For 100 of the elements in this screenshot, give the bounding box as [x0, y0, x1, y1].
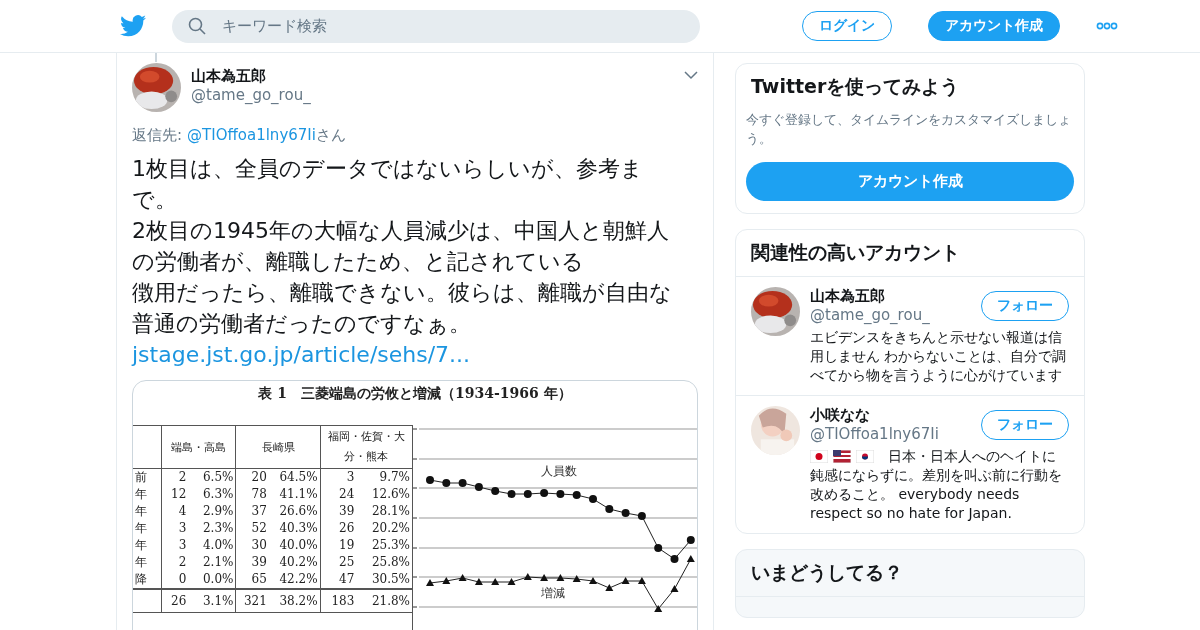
more-icon[interactable]	[1096, 22, 1118, 30]
table-cell: 40.0%	[268, 537, 321, 554]
circle-marker	[654, 544, 663, 552]
triangle-marker	[670, 585, 679, 592]
circle-marker	[686, 536, 695, 544]
search-input[interactable]: キーワード検索	[220, 16, 684, 36]
circle-marker	[556, 490, 565, 498]
triangle-marker	[491, 578, 500, 585]
author-name: 山本為五郎	[191, 67, 267, 86]
table-cell: 3	[161, 537, 189, 554]
table-cell: 40.2%	[268, 554, 321, 571]
circle-marker	[442, 479, 451, 487]
row-label: 前	[133, 468, 162, 486]
account-name[interactable]: 小咲なな	[810, 406, 981, 425]
signup-button[interactable]: アカウント作成	[928, 11, 1060, 41]
circle-marker	[572, 491, 581, 499]
card-title: いまどうしてる？	[750, 560, 904, 585]
signup-text: 今すぐ登録して、タイムラインをカスタマイズしましょう。	[745, 111, 1072, 148]
table-cell: 0	[161, 571, 189, 589]
triangle-marker	[507, 578, 516, 585]
table-cell: 2.1%	[188, 554, 236, 571]
account-bio: 日本・日本人へのヘイトに	[888, 447, 1056, 466]
table-cell-text: 28.1%	[370, 503, 411, 520]
table-cell: 6.5%	[188, 468, 236, 486]
search-icon	[188, 17, 206, 35]
table-cell: 321	[235, 589, 269, 613]
table-cell: 65	[235, 571, 269, 589]
table-cell: 6.3%	[188, 486, 236, 503]
column-header: 長崎県	[235, 425, 321, 469]
reply-label: 返信先:	[132, 126, 183, 145]
column-header: 福岡・佐賀・大分・熊本	[320, 425, 412, 469]
triangle-marker	[442, 577, 451, 584]
table-cell: 26	[320, 520, 357, 537]
table-cell: 20	[235, 468, 269, 486]
table-cell: 41.1%	[268, 486, 321, 503]
triangle-marker	[589, 577, 597, 584]
row-label: 年	[133, 486, 162, 503]
table-cell: 39	[235, 554, 269, 571]
author-handle: @tame_go_rou_	[191, 86, 312, 104]
triangle-marker	[474, 578, 483, 585]
table-cell: 0.0%	[188, 571, 236, 589]
tweet-text: 徴用だったら、離職できない。彼らは、離職が自由な普通の労働者だったのですなぁ。	[132, 279, 672, 338]
table-cell: 2.3%	[188, 520, 236, 537]
chevron-down-icon[interactable]	[684, 71, 698, 80]
table-cell: 12	[161, 486, 189, 503]
login-button[interactable]: ログイン	[802, 11, 892, 41]
table-cell: 25	[320, 554, 357, 571]
follow-button[interactable]: フォロー	[981, 291, 1069, 321]
table-cell: 64.5%	[268, 468, 321, 486]
account-bio: 鈍感にならずに。差別を叫ぶ前に行動を改めること。 everybody needs respect so no hate for Japan.	[810, 466, 1063, 523]
table-cell: 26	[161, 589, 189, 613]
table-cell: 183	[320, 589, 357, 613]
table-cell: 19	[320, 537, 357, 554]
row-label: 年	[133, 554, 162, 571]
account-name[interactable]: 山本為五郎	[810, 287, 981, 306]
row-label: 年	[133, 503, 162, 520]
card-title: Twitterを使ってみよう	[750, 74, 961, 99]
circle-marker	[589, 495, 597, 503]
article-link[interactable]: jstage.jst.go.jp/article/sehs/7...	[132, 339, 672, 370]
table-cell: 3	[320, 468, 357, 486]
account-bio: エビデンスをきちんと示せない報道は信用しません わからないことは、自分で調べてから物を言うように心がけています	[810, 328, 1068, 385]
circle-marker	[670, 555, 679, 563]
table-cell: 2	[161, 554, 189, 571]
table-cell-text: 25.3%	[370, 537, 411, 554]
tweet-text: 1枚目は、全員のデータではないらしいが、参考まで。	[132, 155, 644, 214]
bird-logo-icon[interactable]	[120, 15, 146, 37]
reply-handle-link[interactable]: @TIOffoa1lny67Ii	[187, 126, 316, 145]
account-handle: @TIOffoa1lny67Ii	[810, 425, 940, 443]
table-cell: 52	[235, 520, 269, 537]
table-cell: 30	[235, 537, 269, 554]
honorific-text: さん	[315, 126, 346, 145]
circle-marker	[523, 490, 532, 498]
triangle-marker	[637, 577, 646, 584]
signup-button[interactable]: アカウント作成	[746, 162, 1074, 201]
table-cell: 38.2%	[268, 589, 321, 613]
table-cell: 3.1%	[188, 589, 236, 613]
triangle-marker	[540, 574, 549, 581]
table-cell: 26.6%	[268, 503, 321, 520]
triangle-marker	[426, 579, 434, 586]
table-cell: 9.7%	[356, 468, 412, 486]
follow-button[interactable]: フォロー	[981, 410, 1069, 440]
search-field[interactable]: キーワード検索	[172, 9, 700, 43]
circle-marker	[621, 509, 630, 517]
triangle-marker	[621, 577, 630, 584]
table-cell: 40.3%	[268, 520, 321, 537]
table-title: 表 1 三菱端島の労攸と増減（1934-1966 年）	[257, 384, 573, 403]
circle-marker	[491, 487, 500, 495]
triangle-marker	[605, 584, 614, 591]
table-cell: 2	[161, 468, 189, 486]
table-cell: 78	[235, 486, 269, 503]
table-cell: 37	[235, 503, 269, 520]
account-handle: @tame_go_rou_	[810, 306, 931, 324]
triangle-marker	[458, 574, 467, 581]
column-header: 端島・高島	[161, 425, 236, 469]
circle-marker	[458, 479, 467, 487]
document-image[interactable]	[132, 380, 698, 630]
triangle-marker	[654, 605, 663, 612]
table-cell: 30.5%	[356, 571, 412, 589]
circle-marker	[540, 489, 549, 497]
table-cell-text: 20.2%	[370, 520, 411, 537]
